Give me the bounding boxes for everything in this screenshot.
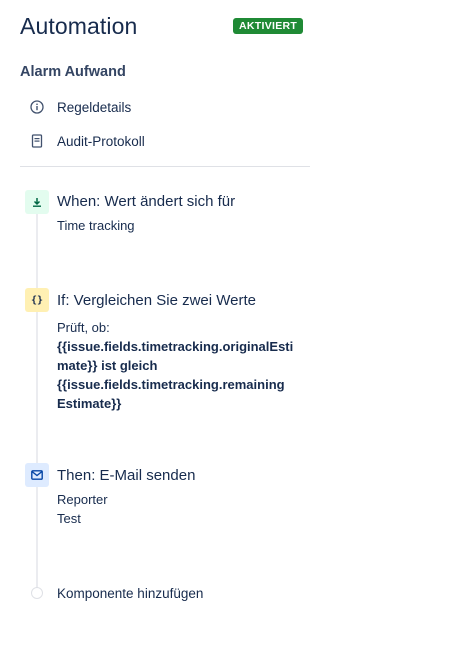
action-step-detail-subject: Test [57, 511, 81, 526]
add-component-button[interactable]: Komponente hinzufügen [57, 586, 203, 601]
timeline-line [36, 200, 38, 590]
nav-item-label: Regeldetails [57, 99, 132, 115]
mail-icon [25, 463, 49, 487]
info-icon [28, 98, 46, 116]
rule-name: Alarm Aufwand [20, 64, 126, 80]
condition-expression-line: mate}} ist gleich [57, 358, 158, 373]
action-step-title[interactable]: Then: E-Mail senden [57, 467, 195, 484]
download-arrow-icon [25, 190, 49, 214]
nav-item-label: Audit-Protokoll [57, 133, 145, 149]
page-title: Automation [20, 13, 138, 39]
divider [20, 166, 310, 167]
condition-expression-line: {{issue.fields.timetracking.remaining [57, 377, 285, 392]
nav-item-rule-details[interactable]: Regeldetails [28, 98, 131, 116]
condition-expression-line: {{issue.fields.timetracking.originalEsti [57, 339, 294, 354]
braces-icon: {} [25, 288, 49, 312]
trigger-step-detail: Time tracking [57, 218, 135, 233]
condition-step-title[interactable]: If: Vergleichen Sie zwei Werte [57, 292, 256, 309]
add-component-dot-icon [31, 587, 43, 599]
condition-expression-line: Estimate}} [57, 396, 122, 411]
nav-item-audit-log[interactable]: Audit-Protokoll [28, 132, 145, 150]
status-badge: AKTIVIERT [233, 18, 304, 34]
document-icon [28, 132, 46, 150]
trigger-step-title[interactable]: When: Wert ändert sich für [57, 193, 235, 210]
condition-step-detail: Prüft, ob: {{issue.fields.timetracking.o… [57, 318, 309, 413]
condition-intro: Prüft, ob: [57, 320, 110, 335]
action-step-detail-recipient: Reporter [57, 492, 108, 507]
